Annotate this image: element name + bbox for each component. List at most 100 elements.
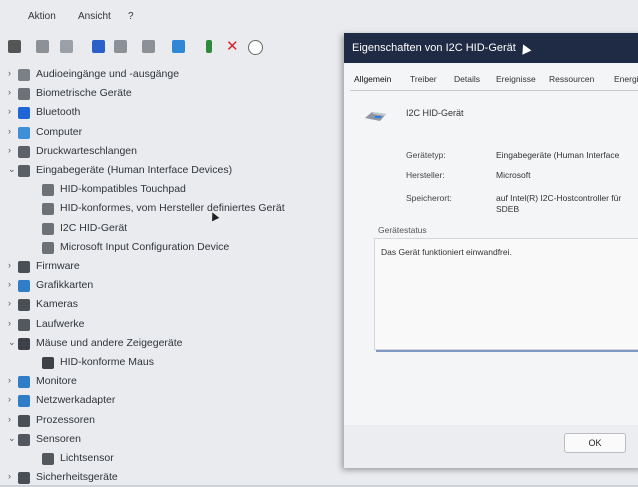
ok-button[interactable]: OK [564, 433, 626, 453]
tree-item-label: Netzwerkadapter [36, 394, 116, 407]
tab-power[interactable]: Energie [614, 74, 638, 84]
tree-item-label: Laufwerke [36, 317, 85, 330]
details-icon[interactable] [114, 40, 127, 53]
toolbar: ✕ [0, 36, 340, 58]
device-status-text: Das Gerät funktioniert einwandfrei. [381, 247, 512, 257]
tree-item-label: Mäuse und andere Zeigegeräte [36, 336, 183, 349]
tree-item-label: Sensoren [36, 432, 81, 445]
tree-item-label: Audioeingänge und -ausgänge [36, 68, 180, 80]
menu-bar: Aktion Ansicht ? [0, 8, 360, 26]
expand-chevron-icon[interactable]: › [8, 471, 11, 481]
property-value: Microsoft [496, 170, 531, 180]
update-driver-icon[interactable] [206, 40, 212, 53]
device-category-icon [18, 165, 30, 177]
tree-item-label: Microsoft Input Configuration Device [60, 240, 230, 253]
tree-item-label: HID-kompatibles Touchpad [60, 183, 186, 196]
expand-chevron-icon[interactable]: › [8, 279, 11, 289]
status-scrollbar[interactable] [376, 350, 638, 352]
tree-item-label: Eingabegeräte (Human Interface Devices) [36, 164, 233, 176]
tree-item-label: Monitore [36, 375, 77, 388]
list-icon[interactable] [60, 40, 73, 53]
uninstall-icon[interactable]: ✕ [226, 37, 239, 55]
device-category-icon [18, 261, 30, 273]
property-value: auf Intel(R) I2C-Hostcontroller für SDEB [496, 193, 622, 214]
dialog-title: Eigenschaften von I2C HID-Gerät [352, 42, 516, 54]
expand-chevron-icon[interactable]: › [8, 260, 11, 270]
menu-view[interactable]: Ansicht [78, 11, 111, 22]
property-label: Hersteller: [406, 170, 445, 180]
help-icon[interactable] [92, 40, 105, 53]
expand-chevron-icon[interactable]: › [8, 68, 11, 78]
dialog-titlebar[interactable]: Eigenschaften von I2C HID-Gerät [344, 33, 638, 63]
tree-item-label: HID-konformes, vom Hersteller definierte… [60, 202, 285, 215]
tree-item-label: Lichtsensor [60, 452, 114, 464]
tab-driver[interactable]: Treiber [410, 74, 437, 84]
dialog-footer: OK [344, 425, 638, 468]
expand-chevron-icon[interactable]: › [8, 414, 11, 424]
device-category-icon [18, 318, 30, 331]
expand-chevron-icon[interactable]: › [8, 375, 11, 385]
property-value: Eingabegeräte (Human Interface [496, 150, 620, 160]
device-category-icon [18, 88, 30, 101]
download-icon[interactable] [248, 40, 263, 55]
expand-chevron-icon[interactable]: › [8, 318, 11, 328]
device-category-icon [42, 184, 54, 197]
monitor-icon[interactable] [172, 40, 185, 53]
property-label: Gerätetyp: [406, 150, 446, 160]
back-icon[interactable] [8, 40, 21, 53]
device-category-icon [42, 241, 54, 254]
menu-help[interactable]: ? [128, 11, 134, 22]
device-category-icon [18, 337, 30, 350]
device-category-icon [42, 453, 54, 465]
expand-chevron-icon[interactable]: › [8, 126, 11, 136]
device-category-icon [18, 107, 30, 120]
device-category-icon [18, 395, 30, 408]
device-category-icon [42, 222, 54, 235]
tab-events[interactable]: Ereignisse [496, 74, 536, 84]
tab-resources[interactable]: Ressourcen [549, 74, 594, 84]
property-label: Speicherort: [406, 193, 452, 203]
tree-item-label: Grafikkarten [36, 279, 94, 292]
device-category-icon [18, 376, 30, 389]
device-category-icon [18, 433, 30, 446]
tree-item-label: HID-konforme Maus [60, 356, 154, 368]
tab-general[interactable]: Allgemein [354, 74, 391, 84]
expand-chevron-icon[interactable]: ⌄ [8, 164, 16, 175]
device-category-icon [18, 145, 30, 158]
device-category-icon [42, 203, 54, 216]
expand-chevron-icon[interactable]: › [8, 145, 11, 155]
tree-item-label: Bluetooth [36, 106, 81, 119]
device-category-icon [18, 299, 30, 312]
tree-item-label: Firmware [36, 260, 80, 272]
menu-action[interactable]: Aktion [28, 11, 56, 22]
expand-chevron-icon[interactable]: › [8, 106, 11, 116]
device-category-icon [18, 126, 30, 139]
tree-item-label: Computer [36, 125, 83, 138]
device-category-icon [18, 280, 30, 293]
device-category-icon [42, 357, 54, 369]
tree-item-label: Sicherheitsgeräte [36, 471, 118, 484]
expand-chevron-icon[interactable]: ⌄ [8, 337, 16, 348]
expand-chevron-icon[interactable]: ⌄ [8, 433, 16, 444]
hid-device-icon [365, 112, 386, 121]
expand-chevron-icon[interactable]: › [8, 394, 11, 404]
properties-dialog: Eigenschaften von I2C HID-Gerät Allgemei… [344, 33, 638, 468]
expand-chevron-icon[interactable]: › [8, 87, 11, 97]
tree-item-label: Druckwarteschlangen [36, 144, 137, 157]
tree-item-label: Biometrische Geräte [36, 87, 132, 100]
expand-chevron-icon[interactable]: › [8, 298, 11, 308]
tab-divider [350, 90, 638, 91]
print-icon[interactable] [142, 40, 155, 53]
tree-item-label: Prozessoren [36, 413, 95, 426]
device-status-title: Gerätestatus [378, 225, 427, 235]
tree-item-label: I2C HID-Gerät [60, 221, 128, 234]
device-category-icon [18, 414, 30, 427]
device-name: I2C HID-Gerät [406, 108, 464, 118]
device-status-box[interactable]: Das Gerät funktioniert einwandfrei. [374, 238, 638, 350]
tree-item-label: Kameras [36, 298, 79, 311]
dialog-tabs: Allgemein Treiber Details Ereignisse Res… [344, 71, 638, 89]
device-category-icon [18, 69, 30, 81]
device-category-icon [18, 472, 30, 485]
properties-icon[interactable] [36, 40, 49, 53]
tab-details[interactable]: Details [454, 74, 480, 84]
